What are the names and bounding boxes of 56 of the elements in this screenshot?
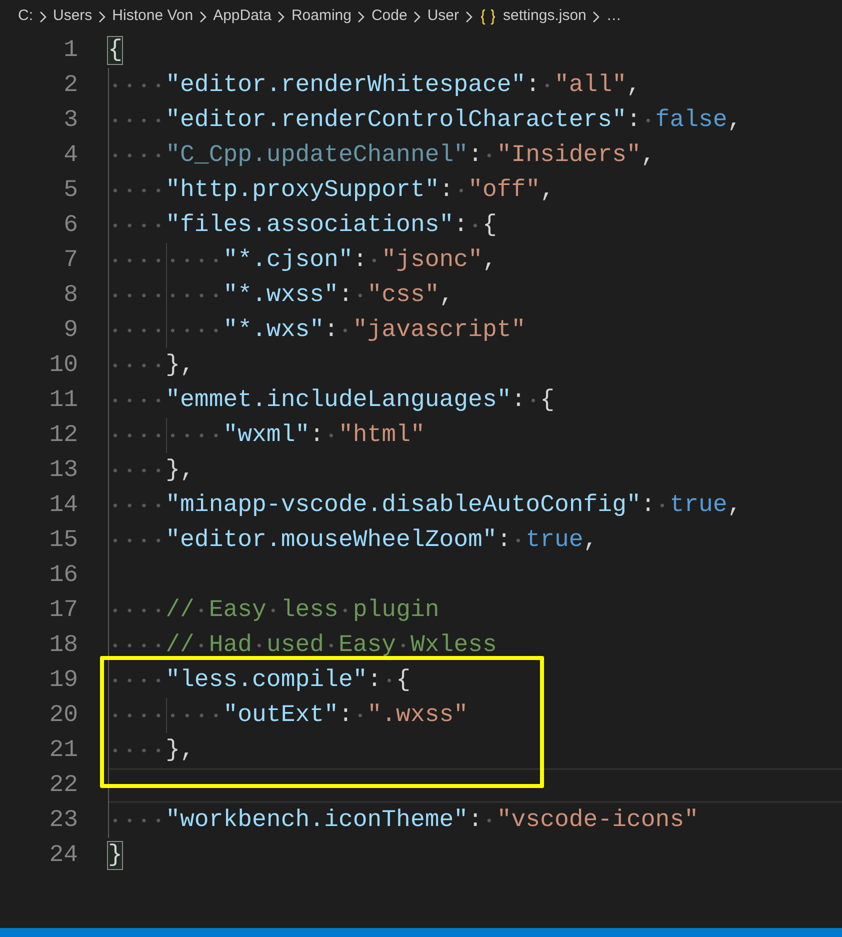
code-line: "*.wxs": "javascript" bbox=[108, 313, 526, 348]
line-number: 2 bbox=[62, 71, 79, 101]
line-number: 11 bbox=[48, 386, 79, 416]
code-line: "workbench.iconTheme": "vscode-icons" bbox=[108, 803, 699, 838]
chevron-right-icon bbox=[465, 10, 473, 22]
chevron-right-icon bbox=[199, 10, 208, 22]
line-number: 6 bbox=[62, 211, 79, 241]
line-number: 8 bbox=[62, 281, 79, 311]
line-number: 15 bbox=[48, 526, 79, 556]
line-number: 13 bbox=[48, 456, 79, 486]
line-number: 24 bbox=[48, 841, 79, 871]
code-line: "*.wxss": "css", bbox=[108, 278, 454, 313]
line-number: 14 bbox=[48, 491, 79, 521]
folder-crumb[interactable]: Users bbox=[53, 5, 92, 28]
line-number: 1 bbox=[62, 36, 79, 66]
folder-crumb[interactable]: Roaming bbox=[291, 5, 352, 28]
code-line: "editor.mouseWheelZoom": true, bbox=[108, 523, 598, 558]
line-number: 23 bbox=[48, 806, 79, 836]
line-number: 16 bbox=[48, 561, 79, 591]
line-number: 4 bbox=[62, 141, 79, 171]
folder-crumb[interactable]: AppData bbox=[213, 5, 272, 28]
code-line: "editor.renderWhitespace": "all", bbox=[108, 68, 641, 103]
chevron-right-icon bbox=[39, 10, 47, 22]
braces-icon bbox=[479, 8, 497, 26]
line-number: 5 bbox=[62, 176, 79, 206]
chevron-right-icon bbox=[277, 10, 286, 22]
code-line: "editor.renderControlCharacters": false, bbox=[108, 103, 742, 138]
code-line: "files.associations": { bbox=[108, 208, 497, 243]
line-number: 9 bbox=[62, 316, 79, 346]
line-number: 19 bbox=[48, 666, 79, 696]
chevron-right-icon bbox=[592, 10, 600, 22]
folder-crumb[interactable]: Code bbox=[371, 5, 408, 28]
line-number: 20 bbox=[48, 701, 79, 731]
folder-crumb[interactable]: Histone Von bbox=[112, 5, 194, 28]
code-line: "*.cjson": "jsonc", bbox=[108, 243, 497, 278]
code-line: "wxml": "html" bbox=[108, 418, 425, 453]
line-number: 17 bbox=[48, 596, 79, 626]
line-number: 18 bbox=[48, 631, 79, 661]
chevron-right-icon bbox=[413, 10, 422, 22]
line-number: 22 bbox=[48, 771, 79, 801]
code-line: "http.proxySupport": "off", bbox=[108, 173, 554, 208]
file-crumb[interactable]: settings.json bbox=[503, 5, 586, 28]
line-number: 3 bbox=[62, 106, 79, 136]
chevron-right-icon bbox=[98, 10, 106, 22]
line-number: 12 bbox=[48, 421, 79, 451]
code-line: "emmet.includeLanguages": { bbox=[108, 383, 554, 418]
line-number: 21 bbox=[48, 736, 79, 766]
code-line: // Easy less plugin bbox=[108, 593, 440, 628]
folder-crumb[interactable]: User bbox=[427, 5, 459, 28]
folder-crumb[interactable]: C: bbox=[18, 5, 33, 28]
code-line: "minapp-vscode.disableAutoConfig": true, bbox=[108, 488, 742, 523]
line-number: 10 bbox=[48, 351, 79, 381]
line-number: 7 bbox=[62, 246, 79, 276]
chevron-right-icon bbox=[357, 10, 366, 22]
code-line: "C_Cpp.updateChannel": "Insiders", bbox=[108, 138, 656, 173]
more-crumb[interactable]: … bbox=[606, 5, 622, 28]
